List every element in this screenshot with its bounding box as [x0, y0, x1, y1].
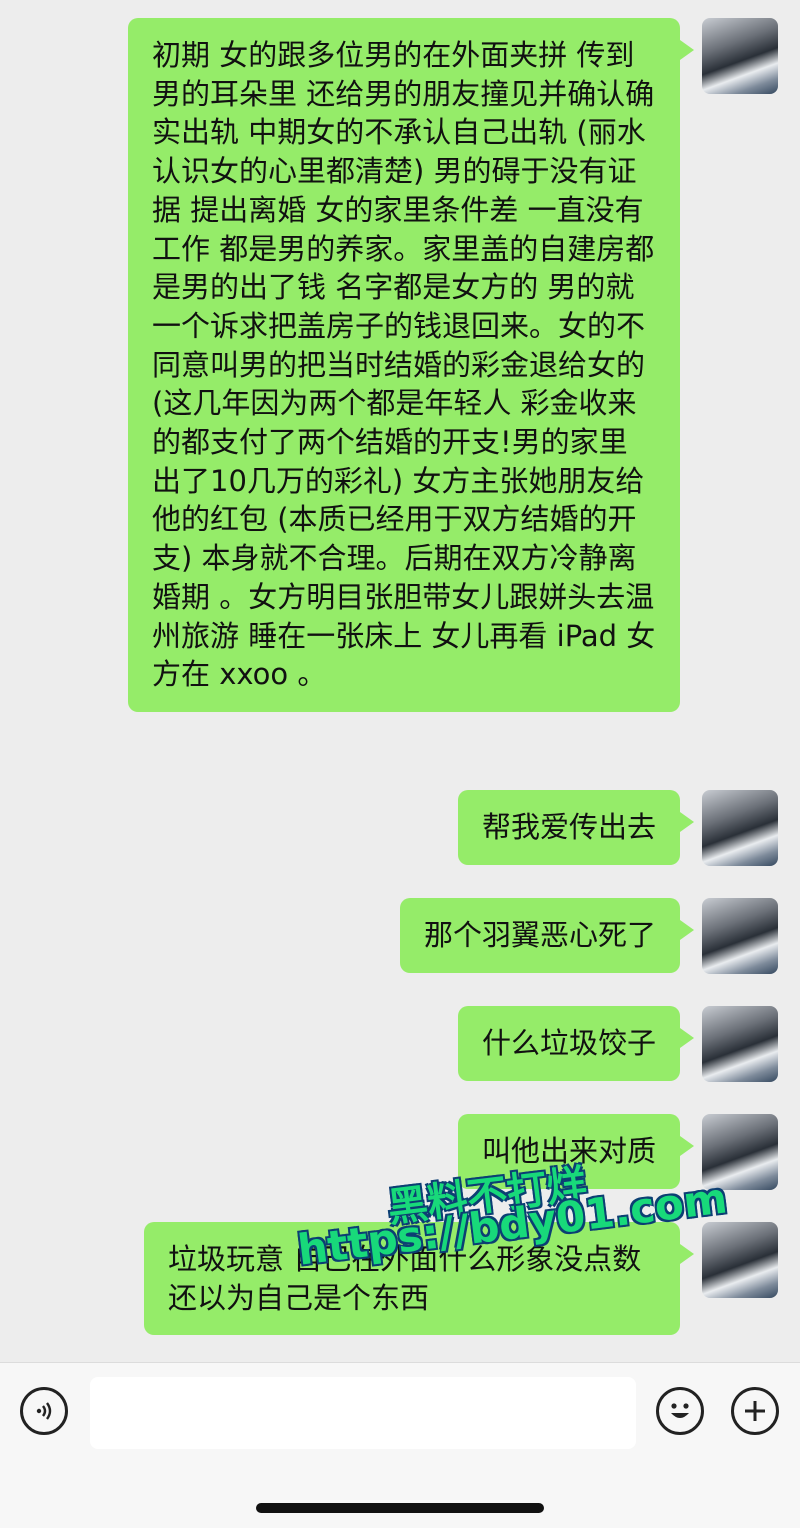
avatar[interactable] — [702, 18, 778, 94]
avatar[interactable] — [702, 898, 778, 974]
chat-area: 初期 女的跟多位男的在外面夹拼 传到男的耳朵里 还给男的朋友撞见并确认确实出轨 … — [0, 0, 800, 1362]
input-toolbar — [0, 1362, 800, 1528]
message-bubble[interactable]: 帮我爱传出去 — [457, 790, 695, 865]
avatar[interactable] — [702, 790, 778, 866]
avatar[interactable] — [702, 1222, 778, 1298]
emoji-glyph — [671, 1403, 689, 1418]
home-indicator[interactable] — [256, 1503, 544, 1513]
emoji-icon[interactable] — [656, 1387, 704, 1435]
message-input[interactable] — [90, 1377, 636, 1449]
message-bubble[interactable]: 什么垃圾饺子 — [457, 1006, 695, 1081]
message-row: 那个羽翼恶心死了 — [399, 898, 778, 974]
plus-icon[interactable] — [731, 1387, 779, 1435]
message-row: 帮我爱传出去 — [457, 790, 778, 866]
plus-glyph — [745, 1401, 765, 1421]
voice-icon[interactable] — [20, 1387, 68, 1435]
voice-glyph — [36, 1402, 52, 1420]
avatar[interactable] — [702, 1006, 778, 1082]
message-row: 初期 女的跟多位男的在外面夹拼 传到男的耳朵里 还给男的朋友撞见并确认确实出轨 … — [128, 18, 778, 712]
message-row: 什么垃圾饺子 — [457, 1006, 778, 1082]
message-bubble[interactable]: 初期 女的跟多位男的在外面夹拼 传到男的耳朵里 还给男的朋友撞见并确认确实出轨 … — [128, 18, 694, 712]
message-bubble[interactable]: 那个羽翼恶心死了 — [399, 898, 695, 973]
